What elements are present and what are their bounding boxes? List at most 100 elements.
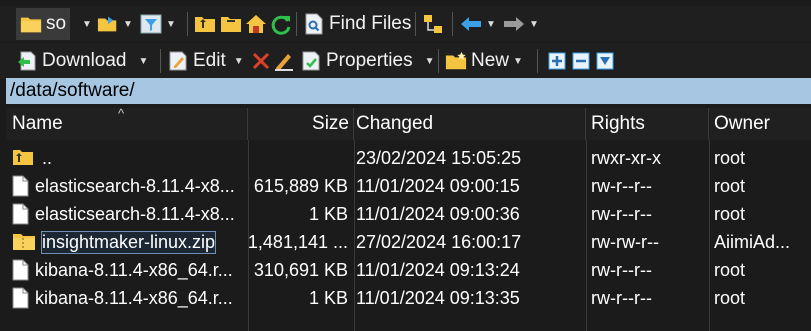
chevron-down-icon: ▼ [82, 18, 92, 30]
cell-owner: root [714, 256, 811, 284]
open-directory-button[interactable]: ▼ [97, 9, 133, 39]
filter-select-icon [594, 50, 616, 72]
column-header-changed[interactable]: Changed [354, 108, 586, 140]
cell-owner: root [714, 284, 811, 312]
cell-size: 615,889 KB [248, 172, 348, 200]
column-header-rights[interactable]: Rights [586, 108, 709, 140]
new-button[interactable]: New ▼ [445, 46, 523, 76]
cell-owner-text: root [714, 147, 746, 168]
cell-name: elasticsearch-8.11.4-x8... [12, 200, 244, 228]
file-icon [12, 287, 29, 309]
arrow-right-icon [503, 13, 525, 35]
edit-button[interactable]: Edit ▼ [167, 46, 244, 76]
rename-icon [273, 50, 295, 72]
properties-icon [300, 50, 322, 72]
chevron-down-icon: ▼ [529, 18, 539, 30]
cell-changed: 11/01/2024 09:00:36 [356, 200, 584, 228]
cell-changed-text: 11/01/2024 09:13:24 [356, 259, 520, 280]
cell-owner: root [714, 172, 811, 200]
chevron-down-icon: ▼ [123, 18, 133, 30]
cell-name: .. [12, 144, 244, 172]
file-list: Name ^ Size Changed Rights Owner .. 23/02… [6, 106, 811, 331]
current-path: /data/software/ [10, 80, 135, 101]
new-label: New [471, 50, 510, 71]
cell-owner: root [714, 200, 811, 228]
table-row[interactable]: elasticsearch-8.11.4-x8... 1 KB 11/01/2024… [6, 200, 811, 228]
home-directory-button[interactable] [245, 9, 267, 39]
table-row[interactable]: insightmaker-linux.zip 1,481,141 ... 27/02… [6, 228, 811, 256]
column-changed-label: Changed [356, 113, 434, 134]
cell-size [248, 144, 348, 172]
filter-icon [140, 13, 162, 35]
toolbar-actions: Download ▼ Edit ▼ Properties ▼ New ▼ [0, 43, 811, 79]
cell-name: elasticsearch-8.11.4-x8... [12, 172, 244, 200]
sort-ascending-icon: ^ [118, 106, 125, 121]
cell-name: kibana-8.11.4-x86_64.r... [12, 284, 244, 312]
table-row[interactable]: kibana-8.11.4-x86_64.r... 1 KB 11/01/2024 … [6, 284, 811, 312]
column-header-size[interactable]: Size [248, 108, 354, 140]
current-folder-dropdown[interactable]: so [16, 8, 71, 40]
properties-button[interactable]: Properties ▼ [300, 46, 435, 76]
open-folder-icon [97, 13, 119, 35]
table-row[interactable]: .. 23/02/2024 15:05:25 rwxr-xr-x root [6, 144, 811, 172]
edit-label: Edit [193, 50, 226, 71]
folder-dropdown-arrow[interactable]: ▼ [82, 9, 92, 39]
chevron-down-icon: ▼ [424, 55, 435, 67]
cell-rights-text: rw-r--r-- [591, 287, 652, 308]
back-button[interactable]: ▼ [460, 9, 496, 39]
cell-rights: rw-rw-r-- [591, 228, 707, 256]
cell-changed: 23/02/2024 15:05:25 [356, 144, 584, 172]
cell-rights-text: rw-r--r-- [591, 175, 652, 196]
find-files-button[interactable]: Find Files [303, 9, 411, 39]
cell-owner: AiimiAd... [714, 228, 811, 256]
cell-size-text: 1 KB [308, 287, 348, 308]
refresh-button[interactable] [270, 9, 292, 39]
delete-button[interactable] [250, 46, 272, 76]
rename-button[interactable] [273, 46, 295, 76]
column-header-owner[interactable]: Owner [709, 108, 811, 140]
file-icon [12, 203, 29, 225]
cell-changed: 11/01/2024 09:13:35 [356, 284, 584, 312]
cell-size: 1,481,141 ... [248, 228, 348, 256]
invert-selection-button[interactable] [594, 46, 616, 76]
select-all-button[interactable] [546, 46, 568, 76]
address-bar[interactable]: /data/software/ [6, 78, 811, 104]
cell-rights-text: rw-rw-r-- [591, 231, 659, 252]
parent-folder-icon [194, 13, 216, 35]
cell-rights: rw-r--r-- [591, 172, 707, 200]
cell-name-text: kibana-8.11.4-x86_64.r... [35, 287, 233, 308]
properties-label: Properties [326, 50, 413, 71]
tree-view-button[interactable] [422, 9, 444, 39]
column-header-name[interactable]: Name ^ [6, 106, 248, 140]
delete-icon [250, 50, 272, 72]
cell-size: 310,691 KB [248, 256, 348, 284]
chevron-down-icon: ▼ [513, 55, 523, 67]
unselect-all-button[interactable] [570, 46, 592, 76]
file-icon [12, 259, 29, 281]
download-button[interactable]: Download ▼ [16, 46, 148, 76]
cell-name-text: insightmaker-linux.zip [40, 230, 217, 254]
folder-icon [20, 13, 42, 35]
cell-size: 1 KB [248, 200, 348, 228]
file-icon [12, 175, 29, 197]
cell-size-text: 615,889 KB [253, 175, 348, 196]
filter-button[interactable]: ▼ [140, 9, 176, 39]
cell-rights-text: rw-r--r-- [591, 259, 652, 280]
forward-button[interactable]: ▼ [503, 9, 539, 39]
arrow-left-icon [460, 13, 482, 35]
cell-size-text: 1 KB [308, 203, 348, 224]
find-files-icon [303, 13, 325, 35]
parent-folder-icon [12, 147, 36, 169]
table-row[interactable]: elasticsearch-8.11.4-x8... 615,889 KB 11/0… [6, 172, 811, 200]
table-row[interactable]: kibana-8.11.4-x86_64.r... 310,691 KB 11/01… [6, 256, 811, 284]
chevron-down-icon: ▼ [138, 55, 149, 67]
tree-icon [422, 13, 444, 35]
cell-changed-text: 11/01/2024 09:00:36 [356, 203, 520, 224]
chevron-down-icon: ▼ [233, 55, 244, 67]
root-directory-button[interactable] [220, 9, 242, 39]
cell-name-text: elasticsearch-8.11.4-x8... [35, 203, 235, 224]
current-folder-label: so [46, 13, 67, 34]
cell-rights: rw-r--r-- [591, 256, 707, 284]
parent-directory-button[interactable] [194, 9, 216, 39]
cell-size-text: 310,691 KB [253, 259, 348, 280]
